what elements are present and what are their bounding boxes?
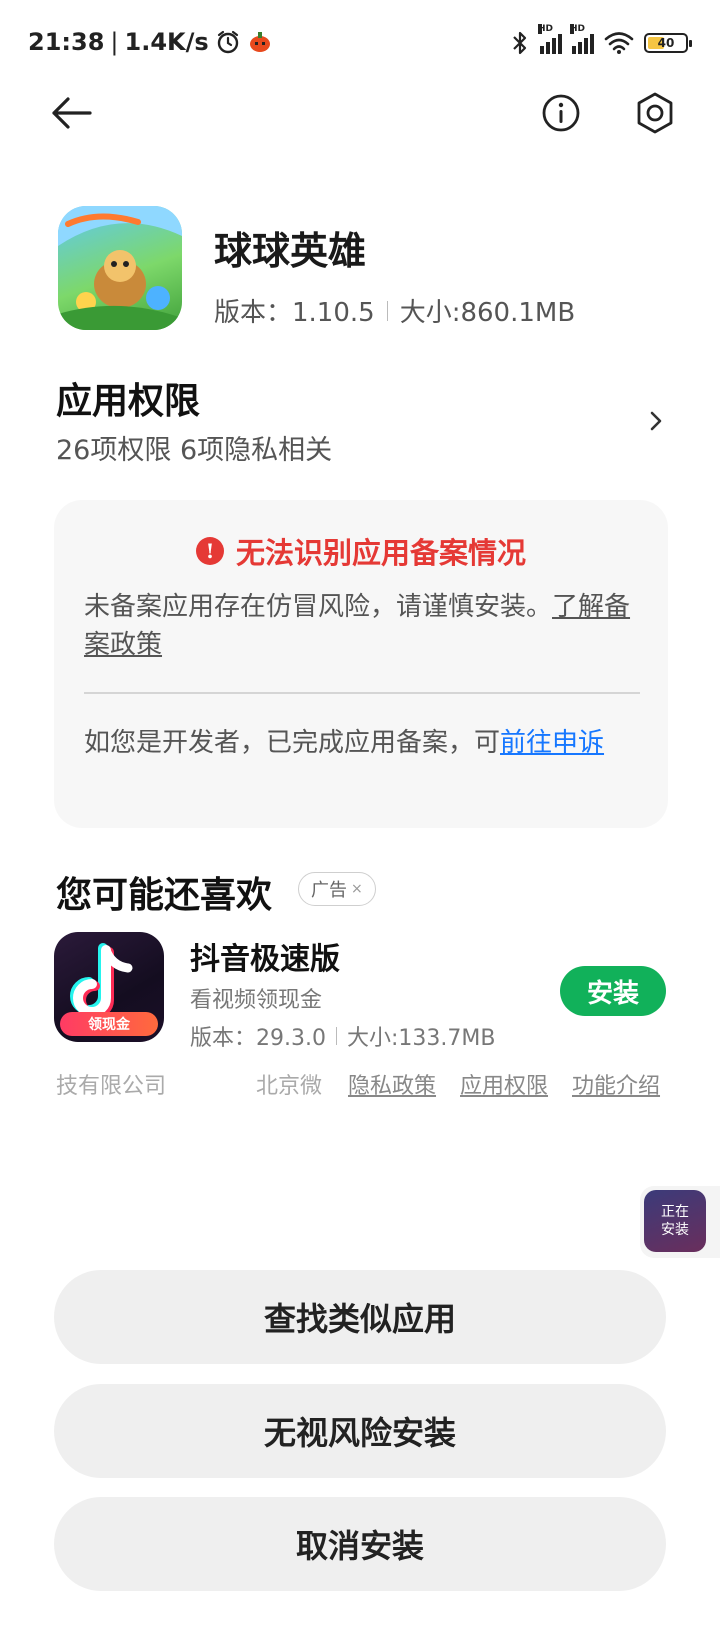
permissions-subtitle: 26项权限 6项隐私相关 (56, 435, 333, 466)
app-permissions-link[interactable]: 应用权限 (460, 1068, 548, 1100)
settings-button[interactable] (632, 90, 678, 136)
meta-divider (386, 300, 388, 321)
recommended-app-icon[interactable]: 领现金 (54, 932, 164, 1042)
developer-text: 如您是开发者，已完成应用备案，可前往申诉 (84, 724, 640, 762)
app-version: 版本：1.10.5 (214, 298, 375, 328)
status-divider: | (110, 28, 119, 56)
recommend-title: 您可能还喜欢 (56, 875, 273, 916)
recommended-app-desc: 看视频领现金 (190, 988, 323, 1013)
developer-message: 如您是开发者，已完成应用备案，可 (84, 728, 501, 758)
warning-message: 未备案应用存在仿冒风险，请谨慎安装。 (84, 592, 553, 622)
recommended-app-links: 技有限公司 北京微 隐私政策 应用权限 功能介绍 (56, 1068, 668, 1102)
status-left: 21:38 | 1.4K/s (28, 28, 273, 56)
warning-text: 未备案应用存在仿冒风险，请谨慎安装。了解备案政策 (84, 588, 640, 664)
permissions-row[interactable]: 应用权限 26项权限 6项隐私相关 (56, 372, 670, 468)
ad-label: 广告 (311, 880, 347, 901)
status-right: HD HD 40 (510, 24, 692, 56)
recommended-app-size: 大小:133.7MB (346, 1026, 496, 1051)
installing-line2: 安装 (661, 1222, 689, 1238)
app-icon (58, 206, 182, 330)
app-size: 大小:860.1MB (399, 298, 576, 328)
recommended-app-name[interactable]: 抖音极速版 (190, 934, 340, 978)
info-button[interactable] (540, 92, 582, 134)
installing-floating-widget[interactable]: 正在 安装 (640, 1186, 720, 1258)
ad-badge[interactable]: 广告 × (298, 872, 376, 906)
app-icon-art (58, 206, 182, 330)
warning-icon: ! (195, 537, 224, 565)
status-bar: 21:38 | 1.4K/s HD HD 40 (0, 0, 720, 92)
recommended-app-meta: 版本：29.3.0 大小:133.7MB (190, 1020, 495, 1052)
warning-title: 无法识别应用备案情况 (235, 536, 526, 570)
alarm-icon (217, 30, 238, 54)
app-meta: 版本：1.10.5 大小:860.1MB (214, 292, 575, 329)
permissions-title: 应用权限 (56, 381, 201, 422)
signal-icon-1: HD (538, 24, 562, 54)
install-button[interactable]: 安装 (560, 966, 666, 1016)
meta-divider (335, 1027, 337, 1045)
app-name: 球球英雄 (214, 229, 367, 273)
signal-icon-2: HD (570, 24, 594, 54)
warning-divider (84, 692, 640, 694)
recommended-app-version: 版本：29.3.0 (190, 1026, 326, 1051)
privacy-policy-link[interactable]: 隐私政策 (348, 1068, 436, 1100)
warning-card: ! 无法识别应用备案情况 未备案应用存在仿冒风险，请谨慎安装。了解备案政策 如您… (54, 500, 668, 828)
battery-icon: 40 (644, 33, 692, 53)
network-speed: 1.4K/s (124, 28, 209, 56)
feature-intro-link[interactable]: 功能介绍 (572, 1068, 660, 1100)
warning-title-row: ! 无法识别应用备案情况 (54, 530, 668, 572)
ignore-risk-install-button[interactable]: 无视风险安装 (54, 1384, 666, 1478)
wifi-icon (604, 32, 634, 54)
notification-app-icon (249, 32, 270, 52)
appeal-link[interactable]: 前往申诉 (500, 728, 604, 758)
bluetooth-icon (513, 31, 527, 55)
developer-name-scroll: 技有限公司 (56, 1074, 167, 1099)
icon-cash-tag: 领现金 (60, 1012, 158, 1036)
cancel-install-button[interactable]: 取消安装 (54, 1497, 666, 1591)
developer-name-scroll-2: 北京微 (256, 1074, 323, 1099)
installing-line1: 正在 (661, 1204, 689, 1220)
find-similar-button[interactable]: 查找类似应用 (54, 1270, 666, 1364)
chevron-right-icon (650, 411, 662, 431)
back-button[interactable] (46, 90, 96, 136)
installing-app-thumb: 正在 安装 (644, 1190, 706, 1252)
battery-level: 40 (657, 36, 675, 50)
ad-close-icon[interactable]: × (351, 881, 363, 897)
status-time: 21:38 (28, 28, 105, 56)
